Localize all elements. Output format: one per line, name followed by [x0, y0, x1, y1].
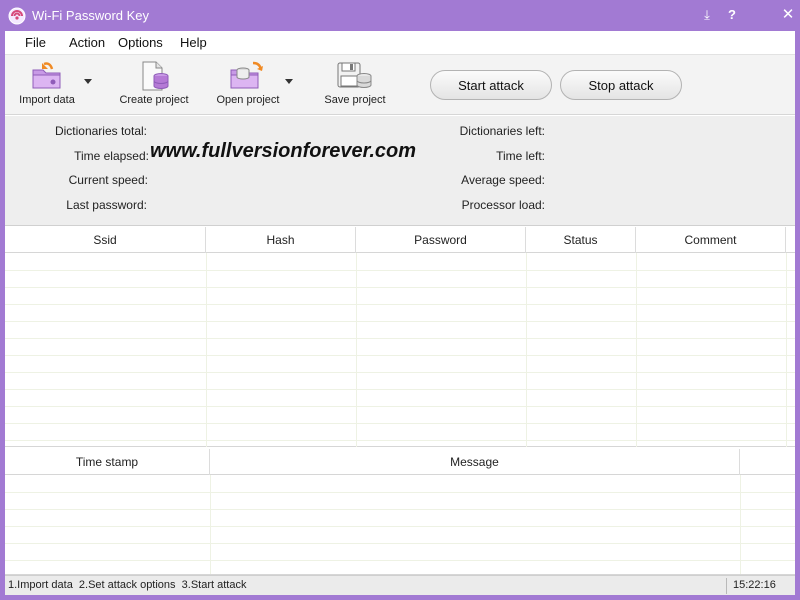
watermark-text: www.fullversionforever.com	[150, 140, 417, 162]
new-project-icon	[142, 61, 169, 91]
help-icon[interactable]: ?	[722, 5, 742, 25]
empty-row-line	[5, 406, 795, 407]
empty-row-line	[5, 543, 795, 544]
column-divider	[526, 253, 527, 447]
menu-bar: File Action Options Help	[5, 31, 795, 55]
stop-attack-button[interactable]: Stop attack	[560, 70, 682, 100]
status-bar: 1.Import data 2.Set attack options 3.Sta…	[5, 575, 795, 595]
current-speed-label: Current speed:	[68, 173, 148, 187]
open-project-icon	[230, 61, 263, 89]
column-header-comment[interactable]: Comment	[636, 227, 786, 253]
empty-row-line	[5, 287, 795, 288]
toolbar: Import data Create project Open project …	[5, 55, 795, 115]
column-divider	[206, 253, 207, 447]
start-attack-button[interactable]: Start attack	[430, 70, 552, 100]
average-speed-label: Average speed:	[461, 173, 545, 187]
empty-row-line	[5, 355, 795, 356]
last-password-label: Last password:	[66, 198, 147, 212]
create-project-label: Create project	[119, 94, 189, 106]
column-divider	[636, 253, 637, 447]
empty-row-line	[5, 526, 795, 527]
column-divider	[356, 253, 357, 447]
app-icon	[8, 7, 26, 25]
save-project-label: Save project	[324, 94, 386, 106]
status-steps-text: 1.Import data 2.Set attack options 3.Sta…	[8, 579, 247, 591]
create-project-button[interactable]: Create project	[116, 61, 192, 113]
empty-row-line	[5, 338, 795, 339]
menu-file[interactable]: File	[25, 35, 46, 50]
status-clock: 15:22:16	[733, 579, 776, 591]
minimize-to-tray-icon[interactable]: ⤓	[697, 5, 717, 25]
column-divider	[786, 253, 787, 447]
empty-row-line	[5, 423, 795, 424]
save-project-icon	[337, 62, 372, 88]
close-icon[interactable]: ✕	[778, 5, 798, 25]
empty-row-line	[5, 321, 795, 322]
menu-options[interactable]: Options	[118, 35, 163, 50]
processor-load-label: Processor load:	[461, 198, 545, 212]
import-dropdown-chevron-icon[interactable]	[84, 79, 92, 84]
menu-help[interactable]: Help	[180, 35, 207, 50]
results-table-body	[5, 253, 795, 447]
window-title: Wi-Fi Password Key	[32, 8, 150, 23]
empty-row-line	[5, 509, 795, 510]
log-table-body	[5, 475, 795, 574]
statistics-panel: Dictionaries total: Time elapsed: Curren…	[5, 116, 795, 226]
open-project-button[interactable]: Open project	[214, 61, 282, 113]
status-separator	[726, 578, 727, 594]
column-header-status[interactable]: Status	[526, 227, 636, 253]
empty-row-line	[5, 372, 795, 373]
open-project-label: Open project	[216, 94, 280, 106]
dictionaries-total-label: Dictionaries total:	[54, 124, 147, 138]
title-bar[interactable]: Wi-Fi Password Key ⤓ ? ✕	[0, 0, 800, 31]
empty-row-line	[5, 440, 795, 441]
app-window: Wi-Fi Password Key ⤓ ? ✕ File Action Opt…	[0, 0, 800, 600]
column-header-time-stamp[interactable]: Time stamp	[5, 449, 210, 475]
empty-row-line	[5, 389, 795, 390]
log-table[interactable]: Time stamp Message	[5, 449, 795, 575]
import-data-button[interactable]: Import data	[15, 61, 79, 113]
save-project-button[interactable]: Save project	[321, 61, 389, 113]
empty-row-line	[5, 560, 795, 561]
column-header-hash[interactable]: Hash	[206, 227, 356, 253]
menu-action[interactable]: Action	[69, 35, 105, 50]
time-elapsed-label: Time elapsed:	[74, 149, 149, 163]
folder-import-icon	[32, 62, 61, 89]
column-header-message[interactable]: Message	[210, 449, 740, 475]
empty-row-line	[5, 304, 795, 305]
column-header-password[interactable]: Password	[356, 227, 526, 253]
empty-row-line	[5, 270, 795, 271]
log-table-header: Time stamp Message	[5, 449, 795, 475]
client-area: File Action Options Help Import data Cre…	[5, 31, 795, 595]
open-dropdown-chevron-icon[interactable]	[285, 79, 293, 84]
results-table[interactable]: Ssid Hash Password Status Comment	[5, 227, 795, 447]
time-left-label: Time left:	[496, 149, 545, 163]
results-table-header: Ssid Hash Password Status Comment	[5, 227, 795, 253]
empty-row-line	[5, 492, 795, 493]
column-header-ssid[interactable]: Ssid	[5, 227, 206, 253]
dictionaries-left-label: Dictionaries left:	[459, 124, 545, 138]
import-data-label: Import data	[19, 94, 75, 106]
